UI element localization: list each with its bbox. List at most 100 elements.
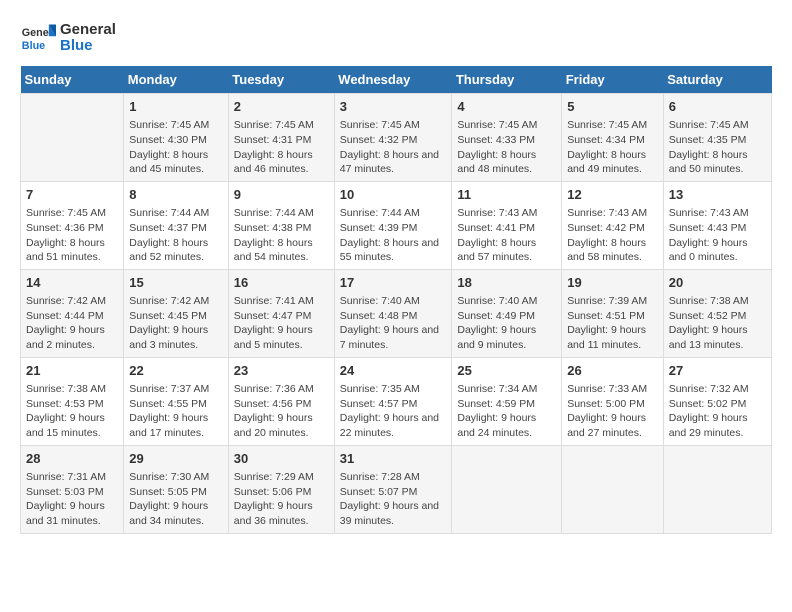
calendar-week-row: 28 Sunrise: 7:31 AMSunset: 5:03 PMDayligh… — [21, 445, 772, 533]
day-number: 20 — [669, 274, 766, 292]
cell-content: Sunrise: 7:32 AMSunset: 5:02 PMDaylight:… — [669, 382, 766, 441]
calendar-cell: 4 Sunrise: 7:45 AMSunset: 4:33 PMDaylight… — [452, 94, 562, 182]
calendar-cell: 30 Sunrise: 7:29 AMSunset: 5:06 PMDayligh… — [228, 445, 334, 533]
cell-content: Sunrise: 7:45 AMSunset: 4:35 PMDaylight:… — [669, 118, 766, 177]
calendar-cell: 16 Sunrise: 7:41 AMSunset: 4:47 PMDayligh… — [228, 269, 334, 357]
cell-content: Sunrise: 7:42 AMSunset: 4:45 PMDaylight:… — [129, 294, 223, 353]
cell-content: Sunrise: 7:43 AMSunset: 4:42 PMDaylight:… — [567, 206, 658, 265]
calendar-cell — [663, 445, 771, 533]
cell-content: Sunrise: 7:45 AMSunset: 4:33 PMDaylight:… — [457, 118, 556, 177]
calendar-cell: 3 Sunrise: 7:45 AMSunset: 4:32 PMDaylight… — [334, 94, 452, 182]
day-number: 1 — [129, 98, 223, 116]
day-number: 29 — [129, 450, 223, 468]
cell-content: Sunrise: 7:40 AMSunset: 4:48 PMDaylight:… — [340, 294, 447, 353]
cell-content: Sunrise: 7:28 AMSunset: 5:07 PMDaylight:… — [340, 470, 447, 529]
calendar-cell: 10 Sunrise: 7:44 AMSunset: 4:39 PMDayligh… — [334, 181, 452, 269]
day-number: 2 — [234, 98, 329, 116]
cell-content: Sunrise: 7:44 AMSunset: 4:38 PMDaylight:… — [234, 206, 329, 265]
calendar-cell: 13Sunrise: 7:43 AMSunset: 4:43 PMDayligh… — [663, 181, 771, 269]
cell-content: Sunrise: 7:38 AMSunset: 4:53 PMDaylight:… — [26, 382, 118, 441]
column-header-thursday: Thursday — [452, 66, 562, 94]
day-number: 7 — [26, 186, 118, 204]
calendar-cell: 17Sunrise: 7:40 AMSunset: 4:48 PMDayligh… — [334, 269, 452, 357]
logo: General Blue General Blue — [20, 20, 116, 56]
day-number: 9 — [234, 186, 329, 204]
calendar-cell: 23 Sunrise: 7:36 AMSunset: 4:56 PMDayligh… — [228, 357, 334, 445]
day-number: 31 — [340, 450, 447, 468]
calendar-cell: 8Sunrise: 7:44 AMSunset: 4:37 PMDaylight… — [124, 181, 229, 269]
day-number: 4 — [457, 98, 556, 116]
column-header-saturday: Saturday — [663, 66, 771, 94]
calendar-cell: 31 Sunrise: 7:28 AMSunset: 5:07 PMDayligh… — [334, 445, 452, 533]
day-number: 23 — [234, 362, 329, 380]
calendar-cell: 26Sunrise: 7:33 AMSunset: 5:00 PMDayligh… — [562, 357, 664, 445]
day-number: 3 — [340, 98, 447, 116]
day-number: 22 — [129, 362, 223, 380]
cell-content: Sunrise: 7:37 AMSunset: 4:55 PMDaylight:… — [129, 382, 223, 441]
cell-content: Sunrise: 7:44 AMSunset: 4:39 PMDaylight:… — [340, 206, 447, 265]
day-number: 25 — [457, 362, 556, 380]
cell-content: Sunrise: 7:41 AMSunset: 4:47 PMDaylight:… — [234, 294, 329, 353]
calendar-cell: 5 Sunrise: 7:45 AMSunset: 4:34 PMDaylight… — [562, 94, 664, 182]
day-number: 12 — [567, 186, 658, 204]
calendar-cell: 1 Sunrise: 7:45 AMSunset: 4:30 PMDaylight… — [124, 94, 229, 182]
cell-content: Sunrise: 7:45 AMSunset: 4:34 PMDaylight:… — [567, 118, 658, 177]
day-number: 14 — [26, 274, 118, 292]
day-number: 11 — [457, 186, 556, 204]
logo-icon: General Blue — [20, 20, 56, 56]
calendar-cell: 7 Sunrise: 7:45 AMSunset: 4:36 PMDaylight… — [21, 181, 124, 269]
day-number: 5 — [567, 98, 658, 116]
column-header-sunday: Sunday — [21, 66, 124, 94]
calendar-cell: 20Sunrise: 7:38 AMSunset: 4:52 PMDayligh… — [663, 269, 771, 357]
cell-content: Sunrise: 7:39 AMSunset: 4:51 PMDaylight:… — [567, 294, 658, 353]
calendar-cell: 9 Sunrise: 7:44 AMSunset: 4:38 PMDaylight… — [228, 181, 334, 269]
calendar-cell: 15 Sunrise: 7:42 AMSunset: 4:45 PMDayligh… — [124, 269, 229, 357]
calendar-cell: 11 Sunrise: 7:43 AMSunset: 4:41 PMDayligh… — [452, 181, 562, 269]
day-number: 6 — [669, 98, 766, 116]
cell-content: Sunrise: 7:29 AMSunset: 5:06 PMDaylight:… — [234, 470, 329, 529]
cell-content: Sunrise: 7:34 AMSunset: 4:59 PMDaylight:… — [457, 382, 556, 441]
calendar-cell — [562, 445, 664, 533]
svg-text:Blue: Blue — [22, 40, 45, 52]
calendar-cell: 18Sunrise: 7:40 AMSunset: 4:49 PMDayligh… — [452, 269, 562, 357]
calendar-cell: 19 Sunrise: 7:39 AMSunset: 4:51 PMDayligh… — [562, 269, 664, 357]
calendar-cell: 22 Sunrise: 7:37 AMSunset: 4:55 PMDayligh… — [124, 357, 229, 445]
calendar-cell: 24 Sunrise: 7:35 AMSunset: 4:57 PMDayligh… — [334, 357, 452, 445]
day-number: 24 — [340, 362, 447, 380]
calendar-cell: 27Sunrise: 7:32 AMSunset: 5:02 PMDayligh… — [663, 357, 771, 445]
column-header-friday: Friday — [562, 66, 664, 94]
cell-content: Sunrise: 7:30 AMSunset: 5:05 PMDaylight:… — [129, 470, 223, 529]
day-number: 30 — [234, 450, 329, 468]
column-header-tuesday: Tuesday — [228, 66, 334, 94]
calendar-cell: 21Sunrise: 7:38 AMSunset: 4:53 PMDayligh… — [21, 357, 124, 445]
cell-content: Sunrise: 7:45 AMSunset: 4:32 PMDaylight:… — [340, 118, 447, 177]
cell-content: Sunrise: 7:45 AMSunset: 4:31 PMDaylight:… — [234, 118, 329, 177]
calendar-cell: 28 Sunrise: 7:31 AMSunset: 5:03 PMDayligh… — [21, 445, 124, 533]
calendar-cell: 29 Sunrise: 7:30 AMSunset: 5:05 PMDayligh… — [124, 445, 229, 533]
calendar-cell: 12 Sunrise: 7:43 AMSunset: 4:42 PMDayligh… — [562, 181, 664, 269]
cell-content: Sunrise: 7:33 AMSunset: 5:00 PMDaylight:… — [567, 382, 658, 441]
calendar-cell: 25 Sunrise: 7:34 AMSunset: 4:59 PMDayligh… — [452, 357, 562, 445]
calendar-week-row: 14 Sunrise: 7:42 AMSunset: 4:44 PMDayligh… — [21, 269, 772, 357]
cell-content: Sunrise: 7:36 AMSunset: 4:56 PMDaylight:… — [234, 382, 329, 441]
day-number: 19 — [567, 274, 658, 292]
day-number: 10 — [340, 186, 447, 204]
calendar-cell: 14 Sunrise: 7:42 AMSunset: 4:44 PMDayligh… — [21, 269, 124, 357]
cell-content: Sunrise: 7:44 AMSunset: 4:37 PMDaylight:… — [129, 206, 223, 265]
day-number: 16 — [234, 274, 329, 292]
calendar-table: SundayMondayTuesdayWednesdayThursdayFrid… — [20, 66, 772, 534]
calendar-week-row: 1 Sunrise: 7:45 AMSunset: 4:30 PMDaylight… — [21, 94, 772, 182]
cell-content: Sunrise: 7:43 AMSunset: 4:41 PMDaylight:… — [457, 206, 556, 265]
cell-content: Sunrise: 7:42 AMSunset: 4:44 PMDaylight:… — [26, 294, 118, 353]
cell-content: Sunrise: 7:35 AMSunset: 4:57 PMDaylight:… — [340, 382, 447, 441]
cell-content: Sunrise: 7:43 AMSunset: 4:43 PMDaylight:… — [669, 206, 766, 265]
day-number: 28 — [26, 450, 118, 468]
cell-content: Sunrise: 7:45 AMSunset: 4:30 PMDaylight:… — [129, 118, 223, 177]
calendar-cell: 2 Sunrise: 7:45 AMSunset: 4:31 PMDaylight… — [228, 94, 334, 182]
calendar-header-row: SundayMondayTuesdayWednesdayThursdayFrid… — [21, 66, 772, 94]
calendar-cell: 6 Sunrise: 7:45 AMSunset: 4:35 PMDaylight… — [663, 94, 771, 182]
cell-content: Sunrise: 7:45 AMSunset: 4:36 PMDaylight:… — [26, 206, 118, 265]
calendar-cell — [452, 445, 562, 533]
day-number: 15 — [129, 274, 223, 292]
cell-content: Sunrise: 7:31 AMSunset: 5:03 PMDaylight:… — [26, 470, 118, 529]
